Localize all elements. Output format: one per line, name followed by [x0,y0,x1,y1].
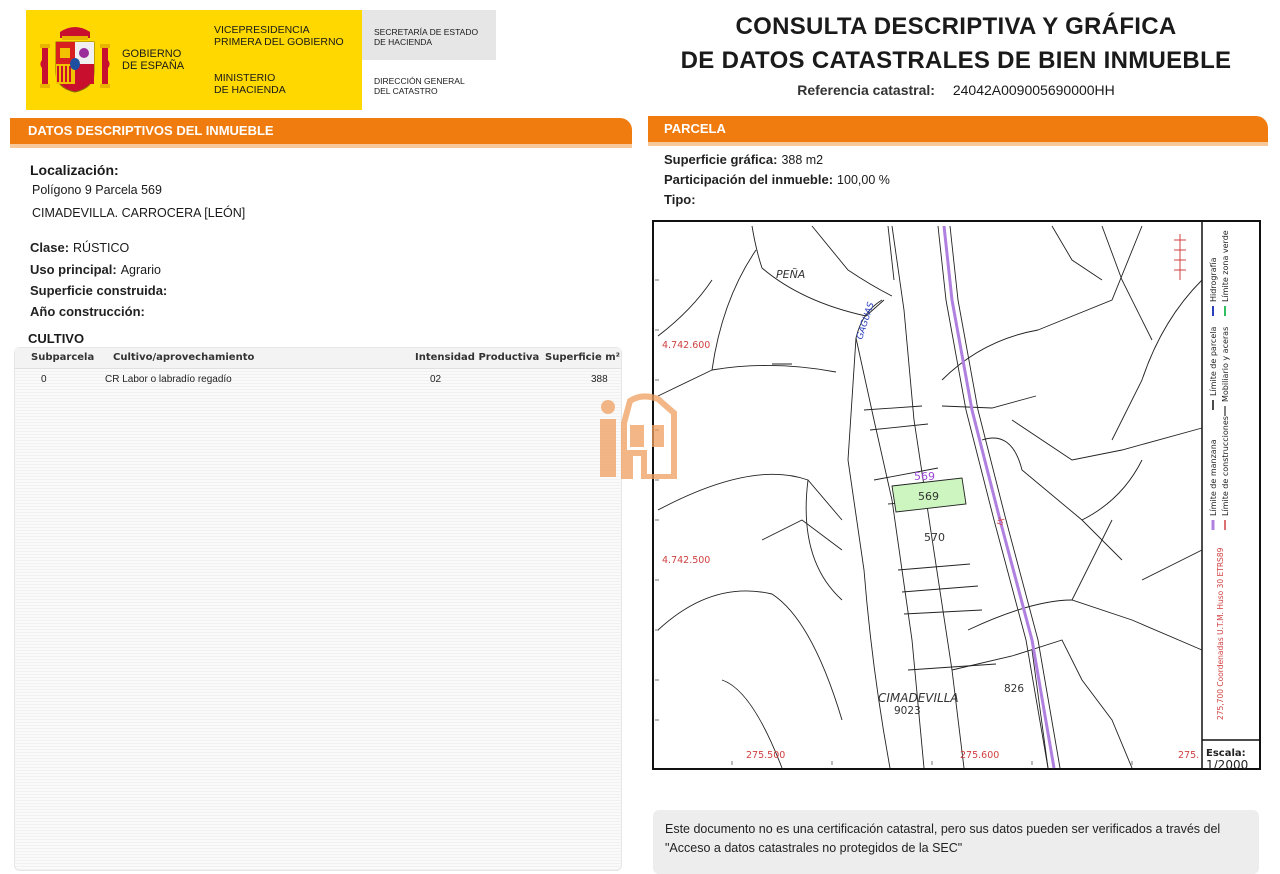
coord-x-275: 275. [1178,750,1199,761]
superficie-construida-label: Superficie construida: [30,283,168,298]
coord-x-275600: 275.600 [960,750,999,761]
anio-construccion-label: Año construcción: [30,304,145,319]
location-label: Localización: [30,162,119,178]
row-intensidad: 02 [430,374,442,385]
legend-zona-verde: Límite zona verde [1221,230,1230,302]
code-label-826: 826 [1004,683,1024,695]
tipo-label: Tipo: [664,192,696,207]
clase-field: Clase: RÚSTICO [30,240,129,255]
tipo-field: Tipo: [664,192,696,207]
clase-label: Clase: [30,240,70,255]
scale-value: 1/2000 [1206,758,1248,770]
superficie-grafica-field: Superficie gráfica: 388 m2 [664,152,823,167]
participacion-label: Participación del inmueble: [664,172,834,187]
row-superficie: 388 [591,374,608,385]
uso-label: Uso principal: [30,262,117,277]
col-superficie: Superficie m² [545,352,621,363]
superficie-construida-field: Superficie construida: [30,283,167,298]
legend-hidrografia: Hidrografía [1209,257,1218,302]
coord-x-275500: 275.500 [746,750,785,761]
parcel-label-570: 570 [924,531,945,544]
parcela-section-header: PARCELA [648,116,1268,142]
row-cultivo: CR Labor o labradío regadío [105,374,232,385]
cultivo-label: CULTIVO [28,331,85,346]
spain-coat-of-arms-icon [40,27,110,93]
document-title-block: CONSULTA DESCRIPTIVA Y GRÁFICA DE DATOS … [650,10,1262,98]
place-label-cimadevilla: CIMADEVILLA [878,691,959,705]
anio-construccion-field: Año construcción: [30,304,145,319]
direccion-label: DIRECCIÓN GENERAL DEL CATASTRO [374,76,465,96]
coord-y-4742600: 4.742.600 [662,340,710,351]
legend-mobiliario: Mobiliario y aceras [1221,327,1230,402]
title-line-1: CONSULTA DESCRIPTIVA Y GRÁFICA [735,13,1177,40]
col-subparcela: Subparcela [31,352,95,363]
participacion-field: Participación del inmueble: 100,00 % [664,172,890,187]
uso-value: Agrario [120,263,161,277]
secretaria-label: SECRETARÍA DE ESTADO DE HACIENDA [374,27,479,47]
clase-value: RÚSTICO [73,241,130,255]
title-line-2: DE DATOS CATASTRALES DE BIEN INMUEBLE [680,47,1232,74]
government-name: GOBIERNO DE ESPAÑA [122,48,185,72]
cadastral-map: PEÑA GAGUAS 4.742.600 4.742.500 275.500 … [652,220,1261,770]
place-label-pena: PEÑA [776,268,805,281]
col-intensidad: Intensidad Productiva [415,352,540,363]
disclaimer-box: Este documento no es una certificación c… [653,810,1259,874]
cultivo-table-header: Subparcela Cultivo/aprovechamiento Inten… [15,348,621,369]
superficie-grafica-label: Superficie gráfica: [664,152,778,167]
legend-parcela: Límite de parcela [1209,327,1218,396]
section-divider [10,144,632,148]
ministry-label: MINISTERIO DE HACIENDA [214,72,286,96]
vicepresidency-label: VICEPRESIDENCIA PRIMERA DEL GOBIERNO [214,24,344,48]
legend-construcciones: Límite de construcciones [1221,416,1230,516]
reference-line: Referencia catastral: 24042A009005690000… [650,82,1262,98]
participacion-value: 100,00 % [837,173,890,187]
watermark-logo-icon [600,393,677,479]
section-divider [648,142,1268,146]
code-label-9023: 9023 [894,705,921,717]
coord-y-4742500: 4.742.500 [662,555,710,566]
reference-value: 24042A009005690000HH [952,82,1115,98]
col-cultivo: Cultivo/aprovechamiento [113,352,255,363]
cultivo-table: Subparcela Cultivo/aprovechamiento Inten… [14,347,622,871]
parcel-label-569-overlay: 569 [914,470,935,483]
location-line-2: CIMADEVILLA. CARROCERA [LEÓN] [32,206,246,220]
legend-manzana: Límite de manzana [1209,439,1218,516]
utm-caption: 275,700 Coordenadas U.T.M. Huso 30 ETRS8… [1216,547,1225,720]
superficie-grafica-value: 388 m2 [781,153,824,167]
location-line-1: Polígono 9 Parcela 569 [32,183,162,197]
row-subparcela: 0 [41,374,47,385]
descriptive-section-header: DATOS DESCRIPTIVOS DEL INMUEBLE [10,118,632,144]
uso-field: Uso principal: Agrario [30,262,161,277]
parcel-label-569: 569 [918,490,939,503]
reference-label: Referencia catastral: [797,82,935,98]
